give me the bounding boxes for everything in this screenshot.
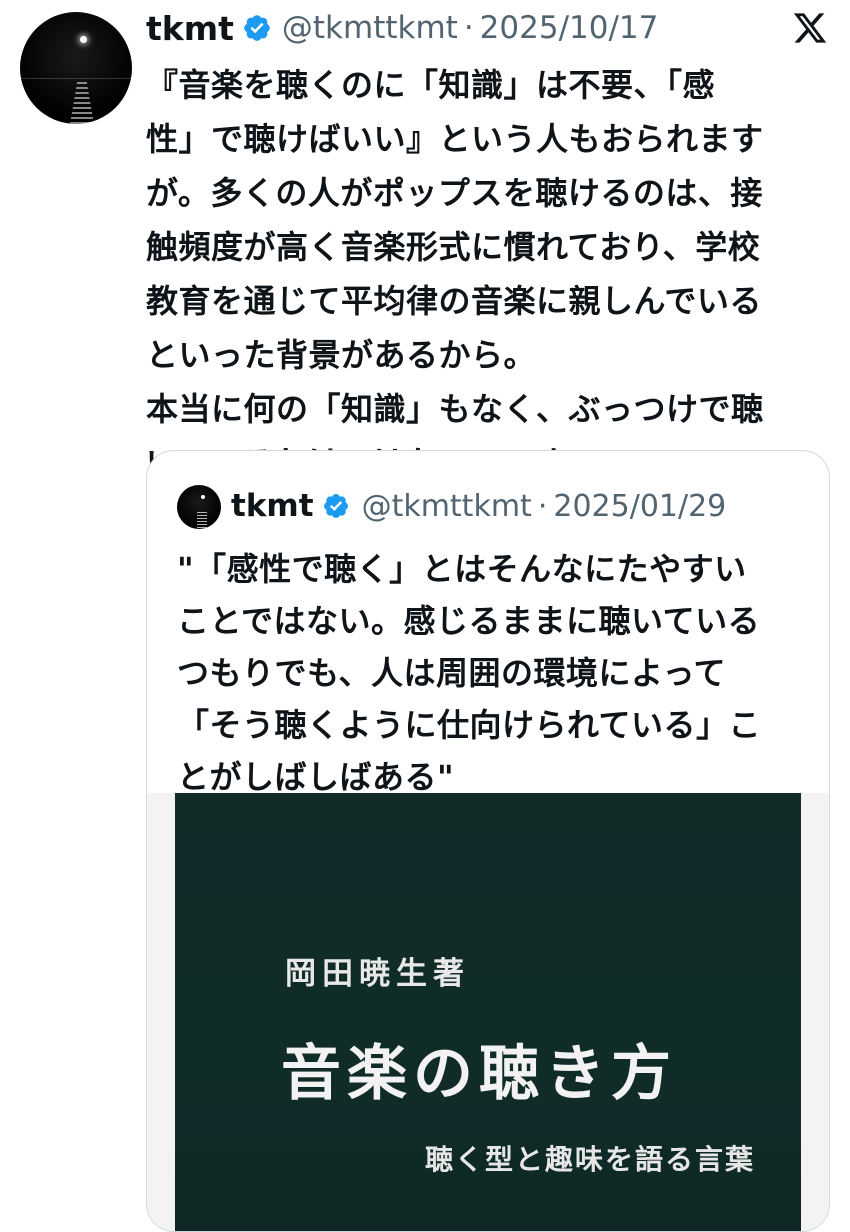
quoted-text-line: 「そう聴くように仕向けられている」こ	[177, 706, 762, 744]
book-subtitle: 聴く型と趣味を語る言葉	[425, 1143, 756, 1176]
moon-shape	[201, 495, 205, 499]
book-image[interactable]: 岡田暁生著 音楽の聴き方 聴く型と趣味を語る言葉	[147, 793, 829, 1231]
separator-dot: ·	[463, 10, 474, 46]
tweet-text-line: 触頻度が高く音楽形式に慣れており、学校	[146, 228, 761, 266]
timestamp[interactable]: 2025/10/17	[480, 10, 659, 46]
tweet-text: 『音楽を聴くのに「知識」は不要、「感 性」で聴けばいい』という人もおられます が…	[146, 58, 836, 490]
horizon-line	[20, 78, 132, 79]
moon-reflection	[70, 82, 94, 124]
tweet-text-line: 性」で聴けばいい』という人もおられます	[146, 120, 764, 158]
display-name[interactable]: tkmt	[146, 9, 234, 48]
quoted-display-name: tkmt	[231, 488, 314, 524]
handle[interactable]: @tkmttkmt	[282, 10, 458, 46]
moon-shape	[80, 36, 87, 43]
quoted-timestamp: 2025/01/29	[553, 488, 727, 524]
quoted-tweet-header: tkmt @tkmttkmt · 2025/01/29	[231, 483, 726, 529]
quoted-text-line: つもりでも、人は周囲の環境によって	[177, 654, 726, 692]
verified-badge-icon	[323, 494, 348, 518]
quoted-avatar	[177, 485, 221, 529]
quoted-handle: @tkmttkmt	[361, 488, 532, 524]
tweet-text-line: が。多くの人がポップスを聴けるのは、接	[146, 174, 763, 212]
book-title: 音楽の聴き方	[281, 1039, 677, 1109]
avatar[interactable]	[20, 12, 132, 124]
verified-badge-icon	[244, 15, 270, 41]
book-cover: 岡田暁生著 音楽の聴き方 聴く型と趣味を語る言葉	[175, 793, 801, 1231]
x-logo-icon[interactable]	[790, 10, 830, 46]
tweet-text-line: 『音楽を聴くのに「知識」は不要、「感	[146, 66, 716, 104]
quoted-tweet-card[interactable]: tkmt @tkmttkmt · 2025/01/29 "「感性で聴く」とはそん…	[146, 450, 830, 1232]
tweet-text-line: 教育を通じて平均律の音楽に親しんでいる	[146, 282, 762, 320]
moon-reflection	[197, 512, 207, 528]
separator-dot: ·	[537, 488, 548, 524]
tweet-text-line: といった背景があるから。	[146, 336, 537, 374]
tweet-text-line: 本当に何の「知識」もなく、ぶっつけで聴	[146, 390, 764, 428]
quoted-text-line: "「感性で聴く」とはそんなにたやすい	[177, 550, 747, 588]
quoted-text-line: ことではない。感じるままに聴いている	[177, 602, 761, 640]
book-author: 岡田暁生著	[285, 956, 470, 992]
tweet-header: tkmt @tkmttkmt · 2025/10/17	[146, 6, 658, 50]
quoted-tweet-text: "「感性で聴く」とはそんなにたやすい ことではない。感じるままに聴いている つも…	[177, 543, 807, 803]
